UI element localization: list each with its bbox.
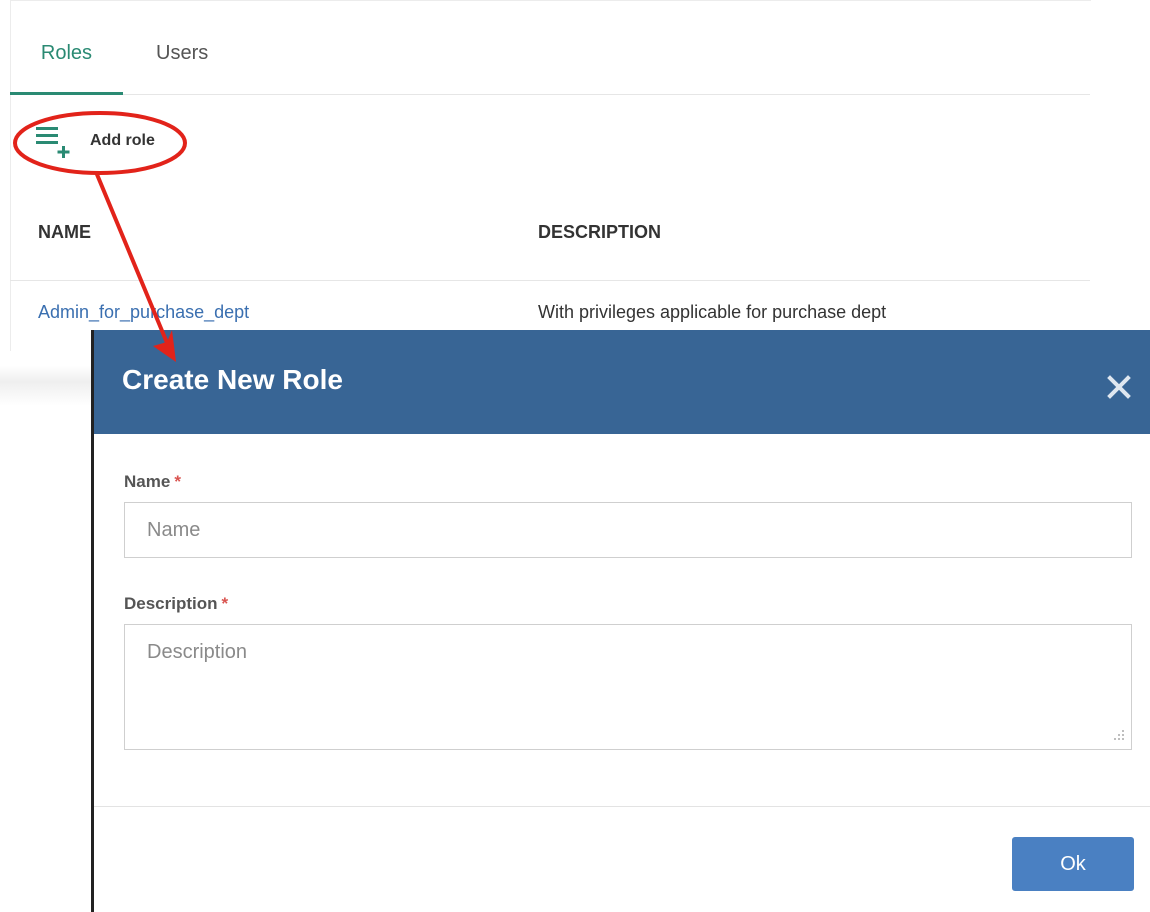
create-role-dialog: Create New Role Name* Description* (91, 330, 1150, 912)
close-icon[interactable] (1106, 374, 1132, 400)
name-input[interactable] (124, 502, 1132, 558)
description-textarea[interactable] (124, 624, 1132, 750)
dialog-header: Create New Role (94, 330, 1150, 434)
column-header-name[interactable]: NAME (38, 222, 91, 243)
column-header-description[interactable]: DESCRIPTION (538, 222, 661, 243)
background-shadow (0, 366, 92, 406)
name-field-label: Name * (124, 472, 181, 492)
dialog-title: Create New Role (122, 364, 343, 395)
resize-grip-icon[interactable] (1112, 728, 1126, 742)
description-field-label: Description * (124, 594, 228, 614)
tab-bar: Roles Users (10, 26, 1090, 95)
dialog-footer-divider (94, 806, 1150, 807)
description-label-text: Description (124, 594, 218, 613)
role-description-cell: With privileges applicable for purchase … (538, 302, 887, 322)
required-marker: * (174, 472, 181, 491)
role-name-link[interactable]: Admin_for_purchase_dept (38, 302, 249, 323)
add-role-button[interactable]: Add role (36, 118, 155, 164)
tab-users[interactable]: Users (156, 26, 208, 92)
table-header: NAME DESCRIPTION (10, 198, 1090, 281)
tab-roles[interactable]: Roles (10, 26, 123, 95)
page: Roles Users Add role NAME DESCRIPTION Ad… (0, 0, 1150, 912)
list-add-icon (36, 121, 76, 161)
name-label-text: Name (124, 472, 171, 491)
add-role-label: Add role (90, 132, 155, 149)
ok-button[interactable]: Ok (1012, 837, 1134, 891)
required-marker: * (221, 594, 229, 613)
